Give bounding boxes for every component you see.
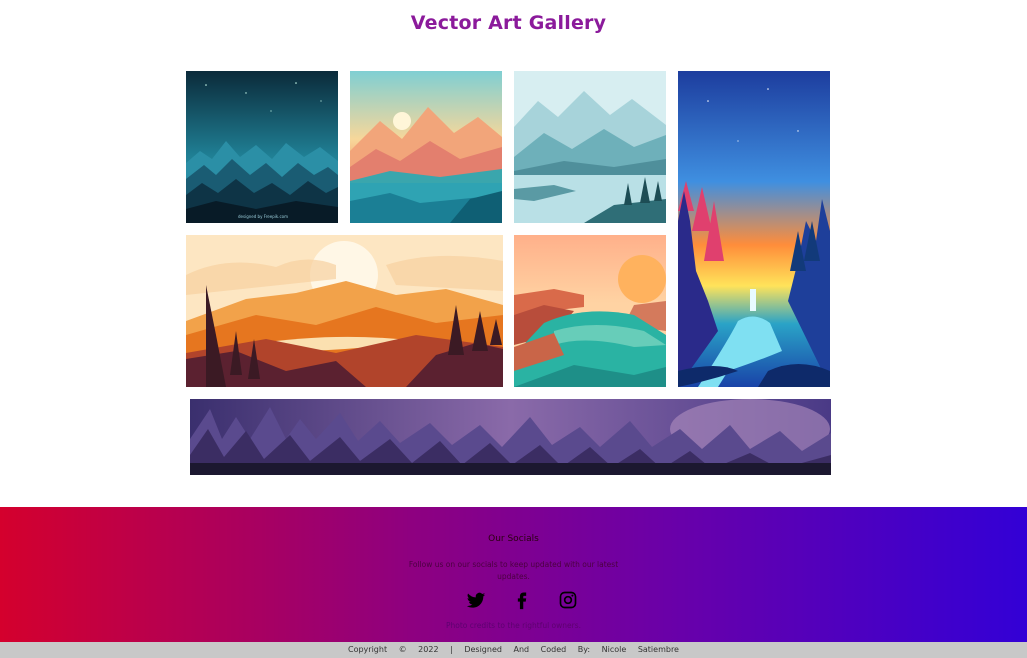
facebook-icon[interactable] <box>512 590 532 610</box>
social-icons <box>463 590 583 612</box>
page: Vector Art Gallery designed by Freepik.c… <box>0 0 1027 658</box>
instagram-icon[interactable] <box>558 590 578 610</box>
socials-title: Our Socials <box>488 534 539 544</box>
socials-text: Follow us on our socials to keep updated… <box>408 560 619 581</box>
gallery-image-canyon-river[interactable] <box>514 235 666 387</box>
twitter-icon[interactable] <box>466 590 486 610</box>
watermark-text: designed by Freepik.com <box>238 214 288 219</box>
gallery-image-night-mountains[interactable]: designed by Freepik.com <box>186 71 338 223</box>
gallery-image-sunrise-lake[interactable] <box>350 71 502 223</box>
gallery-image-purple-forest-banner[interactable] <box>190 399 831 475</box>
gallery-image-misty-lake[interactable] <box>514 71 666 223</box>
copyright-bar: Copyright © 2022 | Designed And Coded By… <box>0 642 1027 658</box>
footer: Our Socials Follow us on our socials to … <box>0 507 1027 642</box>
gallery-image-orange-sunset-hills[interactable] <box>186 235 503 387</box>
photo-credits: Photo credits to the rightful owners. <box>445 621 582 630</box>
gallery-image-forest-sunset-river[interactable] <box>678 71 830 387</box>
page-title: Vector Art Gallery <box>410 12 607 34</box>
